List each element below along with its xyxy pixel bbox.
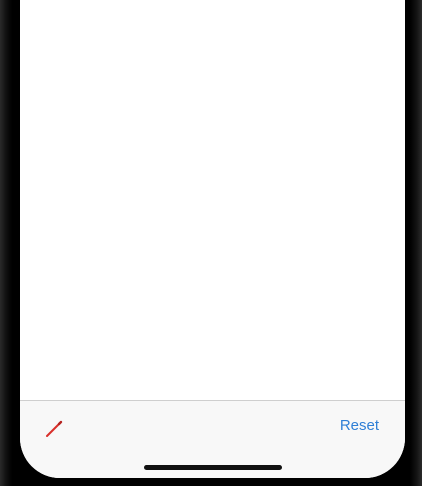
- device-frame: Reset: [0, 0, 422, 486]
- drawing-canvas[interactable]: [20, 0, 405, 400]
- app-screen: Reset: [20, 0, 405, 478]
- bottom-toolbar: Reset: [20, 400, 405, 478]
- home-indicator[interactable]: [144, 465, 282, 470]
- reset-button[interactable]: Reset: [340, 417, 379, 434]
- pencil-icon-graphic: [46, 420, 63, 437]
- pencil-icon[interactable]: [40, 415, 68, 443]
